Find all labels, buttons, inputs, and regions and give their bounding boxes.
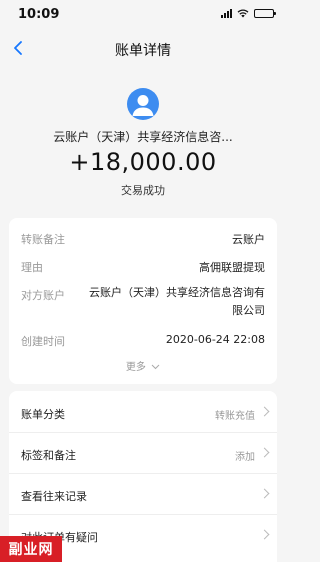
wifi-icon [237,9,249,18]
detail-value: 云账户 [232,233,265,246]
detail-card: 转账备注 云账户 理由 高佣联盟提现 对方账户 云账户（天津）共享经济信息咨询有… [9,218,277,384]
more-label: 更多 [125,362,146,373]
chevron-right-icon [259,488,270,499]
action-label: 账单分类 [21,408,65,421]
page-title: 账单详情 [115,43,171,59]
status-icons [221,9,276,18]
action-value: 转账充值 [215,411,255,422]
detail-value: 云账户（天津）共享经济信息咨询有限公司 [89,286,265,317]
transaction-status: 交易成功 [121,184,165,197]
nav-bar: 账单详情 [0,30,286,68]
battery-icon [254,9,276,18]
tags-notes-item[interactable]: 标签和备注 添加 [9,434,277,474]
action-label: 标签和备注 [21,449,76,462]
action-value: 添加 [235,452,255,463]
chevron-right-icon [259,529,270,540]
avatar [127,88,159,120]
detail-value: 高佣联盟提现 [199,261,265,274]
user-icon [132,95,154,116]
detail-label: 转账备注 [21,233,65,246]
detail-label: 创建时间 [21,335,65,348]
detail-label: 对方账户 [21,289,65,302]
chevron-right-icon [259,447,270,458]
action-label: 查看往来记录 [21,490,87,503]
cellular-signal-icon [221,9,232,18]
more-button[interactable]: 更多 [9,358,277,373]
chevron-right-icon [259,406,270,417]
history-records-item[interactable]: 查看往来记录 [9,475,277,515]
counterparty-name: 云账户（天津）共享经济信息咨... [53,130,233,144]
detail-label: 理由 [21,261,43,274]
bill-category-item[interactable]: 账单分类 转账充值 [9,393,277,433]
status-time: 10:09 [18,7,60,22]
status-bar: 10:09 [0,0,286,30]
chevron-down-icon [151,364,160,370]
transaction-amount: +18,000.00 [69,148,217,176]
watermark-logo: 副业网 [0,536,62,562]
detail-value: 2020-06-24 22:08 [165,333,265,346]
